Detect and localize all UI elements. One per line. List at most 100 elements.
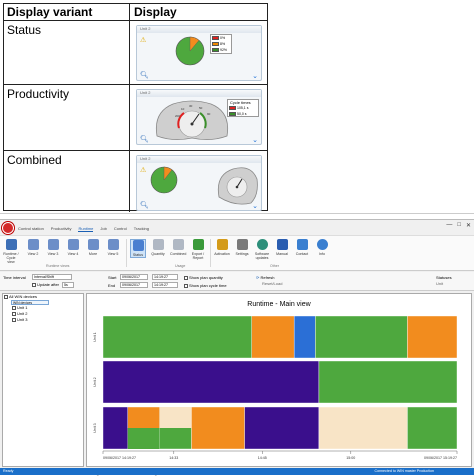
gantt-segment: [318, 406, 408, 450]
chevron-down-icon[interactable]: ⌄: [252, 136, 258, 144]
tree-unit-item[interactable]: Unit 3: [3, 317, 83, 323]
start-date-input[interactable]: 09/06/2017: [120, 274, 148, 280]
combined-icon: [172, 239, 184, 250]
runtime-gantt-chart: Unit 1 Unit 2 Unit 3 09/06/2017 14:19:27 14:…: [93, 315, 458, 460]
gauge-tick-label: 200: [175, 114, 180, 118]
menu-item[interactable]: Job: [100, 226, 106, 232]
end-time-input[interactable]: 14:19:27: [152, 282, 178, 288]
view-icon: [87, 239, 99, 250]
status-left-text: Ready: [3, 469, 14, 473]
variant-cell: Productivity: [4, 85, 130, 150]
status-pie: [150, 166, 178, 194]
menu-item[interactable]: Control: [114, 226, 127, 232]
checkbox[interactable]: [32, 282, 36, 287]
menu-item[interactable]: Tracking: [134, 226, 149, 232]
tree-label: Unit 2: [17, 311, 28, 316]
menu-item[interactable]: Control station: [18, 226, 44, 232]
gantt-segment: [318, 360, 458, 404]
checkbox[interactable]: [184, 275, 188, 280]
legend-row: 92%: [211, 47, 231, 53]
ribbon-combined-button[interactable]: Combined: [170, 239, 186, 256]
legend-swatch: [229, 112, 236, 116]
checkbox[interactable]: [184, 283, 188, 288]
ribbon-manual-button[interactable]: Manual: [274, 239, 290, 256]
ribbon-view2-button[interactable]: View 2: [25, 239, 41, 256]
gauge-tick-label: 10: [181, 107, 185, 111]
ribbon-updates-button[interactable]: Software updates: [254, 239, 270, 260]
checkbox[interactable]: [12, 317, 16, 322]
ribbon-status-button[interactable]: Status: [130, 239, 146, 258]
ribbon-contact-button[interactable]: Contact: [294, 239, 310, 256]
minimize-icon[interactable]: —: [446, 222, 452, 229]
ribbon-runtime-button[interactable]: Runtime / Cycle view: [3, 239, 19, 264]
ribbon-label: View 4: [67, 252, 79, 256]
chevron-down-icon[interactable]: ⌄: [252, 72, 258, 80]
magnifier-icon[interactable]: 🔍︎: [140, 135, 149, 143]
ribbon-label: View 2: [27, 252, 39, 256]
row-label: Unit 2: [93, 377, 97, 386]
gauge-hub: [190, 122, 194, 126]
ribbon-view3-button[interactable]: View 3: [45, 239, 61, 256]
end-date-input[interactable]: 09/06/2017: [120, 282, 148, 288]
menu-item[interactable]: Productivity: [51, 226, 72, 232]
checkbox[interactable]: [4, 294, 8, 299]
view-icon: [67, 239, 79, 250]
status-right-text: Connected to WIN master Production: [374, 469, 434, 473]
statuses-sub-label: Unit: [436, 281, 444, 286]
globe-icon: [256, 239, 268, 250]
ribbon-label: Info: [319, 252, 325, 256]
end-label: End: [108, 283, 116, 288]
menu-item-active[interactable]: Runtime: [78, 226, 94, 232]
info-icon: [316, 239, 328, 250]
magnifier-icon[interactable]: 🔍︎: [140, 71, 149, 79]
chevron-down-icon[interactable]: ⌄: [252, 202, 258, 210]
ribbon-settings-button[interactable]: Settings: [234, 239, 250, 256]
ribbon-more-button[interactable]: More: [85, 239, 101, 256]
magnifier-icon[interactable]: 🔍︎: [140, 201, 149, 209]
tree-label: All WIN devices: [9, 294, 38, 299]
widget-title: Unit 2: [137, 90, 261, 97]
ribbon-quantity-button[interactable]: Quantity: [150, 239, 166, 256]
display-cell: Unit 2 10 30 50 90 200 Cycle times 105,1…: [131, 85, 267, 150]
x-tick-label: 14:33: [169, 456, 178, 460]
update-after-option[interactable]: Update after: [32, 282, 59, 287]
app-logo-icon[interactable]: [2, 222, 14, 234]
quantity-icon: [152, 239, 164, 250]
start-time-input[interactable]: 14:19:27: [152, 274, 178, 280]
variant-label: Status: [7, 23, 42, 37]
variant-cell: Status: [4, 21, 130, 84]
gantt-segment: [407, 315, 458, 359]
status-widget: Unit 2 ⚠ 0% 8% 92% 🔍︎ ⌄: [136, 25, 262, 81]
ribbon-label: Software updates: [254, 252, 270, 260]
ribbon-view4-button[interactable]: View 4: [65, 239, 81, 256]
close-icon[interactable]: ✕: [466, 222, 471, 229]
ribbon-view5-button[interactable]: View 5: [105, 239, 121, 256]
checkbox[interactable]: [12, 311, 16, 316]
plan-quantity-option[interactable]: Show plan quantity: [184, 275, 223, 280]
gantt-segment: [407, 406, 458, 450]
x-tick-label: 14:45: [258, 456, 267, 460]
start-label: Start: [108, 275, 117, 280]
update-interval-input[interactable]: 5s: [62, 282, 74, 288]
cycle-row: 50,0 s: [228, 111, 258, 117]
legend-swatch: [212, 48, 219, 52]
time-interval-label: Time interval: [3, 275, 26, 280]
win-app-window: Control station Productivity Runtime Job…: [0, 219, 474, 476]
runtime-icon: [5, 239, 17, 250]
ribbon-info-button[interactable]: Info: [314, 239, 330, 256]
ribbon-activation-button[interactable]: Activation: [214, 239, 230, 256]
ribbon-export-button[interactable]: Export / Report: [190, 239, 206, 260]
ribbon-separator: [210, 239, 211, 267]
legend-text: 92%: [220, 48, 228, 52]
ribbon-group-label: Usage: [175, 264, 186, 268]
filter-bar: Time interval Interval/Shift Update afte…: [0, 272, 474, 291]
refresh-button[interactable]: ⟳ Refresh: [256, 275, 275, 280]
key-icon: [216, 239, 228, 250]
maximize-icon[interactable]: □: [457, 222, 461, 229]
checkbox[interactable]: [12, 305, 16, 310]
statuses-button[interactable]: Statuses: [436, 275, 452, 280]
contact-icon: [296, 239, 308, 250]
time-interval-select[interactable]: Interval/Shift: [32, 274, 72, 280]
plan-cycle-option[interactable]: Show plan cycle time: [184, 283, 227, 288]
view-icon: [107, 239, 119, 250]
